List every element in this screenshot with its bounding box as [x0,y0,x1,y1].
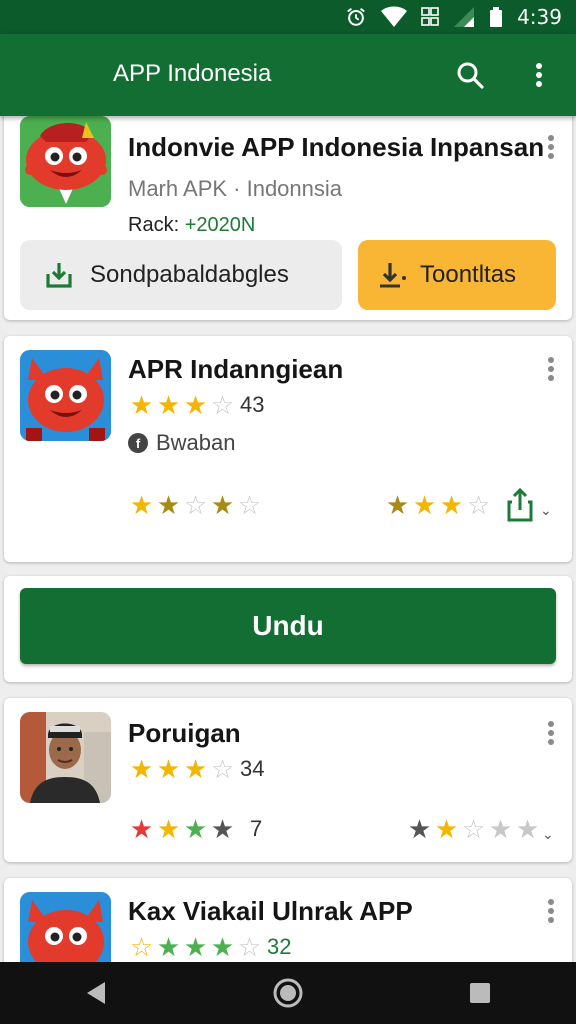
star-icon: ★ [385,490,410,520]
rating-stars-row: ★ ★ ☆ ★ ★ [406,816,541,842]
rank-label: Rack: [128,214,180,236]
second-rating-value: 7 [250,816,263,841]
star-icon: ★ [210,490,235,520]
clock: 4:39 [517,5,562,29]
rating-value: 34 [240,756,265,781]
star-icon: ★ [129,390,154,420]
star-icon: ★ [515,814,540,844]
star-icon: ★ [156,754,181,784]
alarm-icon [345,6,367,28]
star-icon: ☆ [129,932,154,962]
star-icon: ★ [183,390,208,420]
open-button[interactable]: Toontltas [358,240,556,310]
app-icon [20,116,111,207]
developer-row: f Bwaban [128,430,236,456]
back-triangle-icon [87,982,105,1004]
app-title: Poruigan [128,718,241,748]
recents-button[interactable] [450,968,510,1018]
star-icon: ★ [183,814,208,844]
status-bar: 4:39 [0,0,576,34]
rating-value: 43 [240,392,265,417]
rank-value: +2020N [184,214,256,236]
home-circle-icon [273,978,303,1008]
rating-stars: ★ ★ ★ ☆ 43 [128,390,265,420]
battery-icon [489,6,503,28]
app-title: APP Indonesia [113,60,272,87]
star-outline-icon: ☆ [466,490,491,520]
app-menu-button[interactable] [544,354,558,384]
chevron-down-icon[interactable]: ⌄ [540,502,552,519]
star-outline-icon: ☆ [461,814,486,844]
star-icon: ★ [129,754,154,784]
app-card[interactable]: Indonvie APP Indonesia Inpansan Marh APK… [4,116,572,320]
star-icon: ★ [156,814,181,844]
star-icon: ★ [156,490,181,520]
app-icon [20,892,111,962]
rating-stars-row: ★ ★ ★ ★ 7 [128,816,262,842]
star-outline-icon: ☆ [210,754,235,784]
more-vert-icon [536,63,542,87]
share-button[interactable] [506,487,534,527]
rating-stars-row: ★ ★ ★ ☆ [384,492,492,518]
app-title: Kax Viakail Ulnrak APP [128,896,413,926]
app-subtitle: Marh APK · Indonnsia [128,176,343,201]
more-options-button[interactable] [520,56,558,94]
app-title: Indonvie APP Indonesia Inpansan [128,132,545,162]
developer-icon: f [128,433,148,453]
wifi-icon [381,6,408,28]
star-outline-icon: ☆ [183,490,208,520]
install-label: Sondpabaldabgles [90,261,289,288]
action-card: Undu [4,576,572,682]
recents-square-icon [470,983,490,1003]
search-button[interactable] [451,56,489,94]
star-icon: ★ [434,814,459,844]
developer-name: Bwaban [156,430,236,455]
data-indicator-icon [421,6,439,28]
open-label: Toontltas [420,261,517,288]
star-icon: ★ [407,814,432,844]
navigation-bar [0,962,576,1024]
app-rank: Rack: +2020N [128,214,255,237]
app-card[interactable]: APR Indanngiean ★ ★ ★ ☆ 43 f Bwaban ★ ★ … [4,336,572,562]
rating-stars: ★ ★ ★ ☆ 34 [128,754,265,784]
home-button[interactable] [258,968,318,1018]
star-icon: ★ [412,490,437,520]
star-outline-icon: ☆ [237,490,262,520]
back-button[interactable] [66,968,126,1018]
download-icon [46,263,72,288]
app-menu-button[interactable] [544,718,558,748]
star-icon: ★ [210,932,235,962]
signal-icon [453,6,475,28]
star-icon: ★ [488,814,513,844]
app-card[interactable]: Kax Viakail Ulnrak APP ☆ ★ ★ ★ ☆ 32 [4,878,572,962]
star-icon: ★ [210,814,235,844]
search-icon [457,62,484,89]
app-title: APR Indanngiean [128,354,344,384]
star-icon: ★ [439,490,464,520]
download-button[interactable]: Undu [20,588,556,664]
install-button[interactable]: Sondpabaldabgles [20,240,342,310]
share-icon [507,487,533,522]
app-menu-button[interactable] [544,132,558,162]
rating-stars-row: ★ ★ ☆ ★ ☆ [128,492,263,518]
rating-value: 32 [267,934,292,959]
app-menu-button[interactable] [544,896,558,926]
star-icon: ★ [183,754,208,784]
star-icon: ★ [129,490,154,520]
star-icon: ★ [156,390,181,420]
star-icon: ★ [183,932,208,962]
app-icon-photo [20,712,111,803]
rating-stars: ☆ ★ ★ ★ ☆ 32 [128,932,292,962]
app-icon [20,350,111,441]
app-list: Indonvie APP Indonesia Inpansan Marh APK… [0,116,576,962]
chevron-down-icon[interactable]: ⌄ [542,826,554,843]
star-icon: ★ [156,932,181,962]
download-arrow-icon [380,263,406,288]
star-icon: ★ [129,814,154,844]
star-outline-icon: ☆ [237,932,262,962]
app-bar: APP Indonesia [0,34,576,116]
star-outline-icon: ☆ [210,390,235,420]
app-card[interactable]: Poruigan ★ ★ ★ ☆ 34 ★ ★ ★ ★ 7 ★ ★ ☆ ★ ★ … [4,698,572,862]
